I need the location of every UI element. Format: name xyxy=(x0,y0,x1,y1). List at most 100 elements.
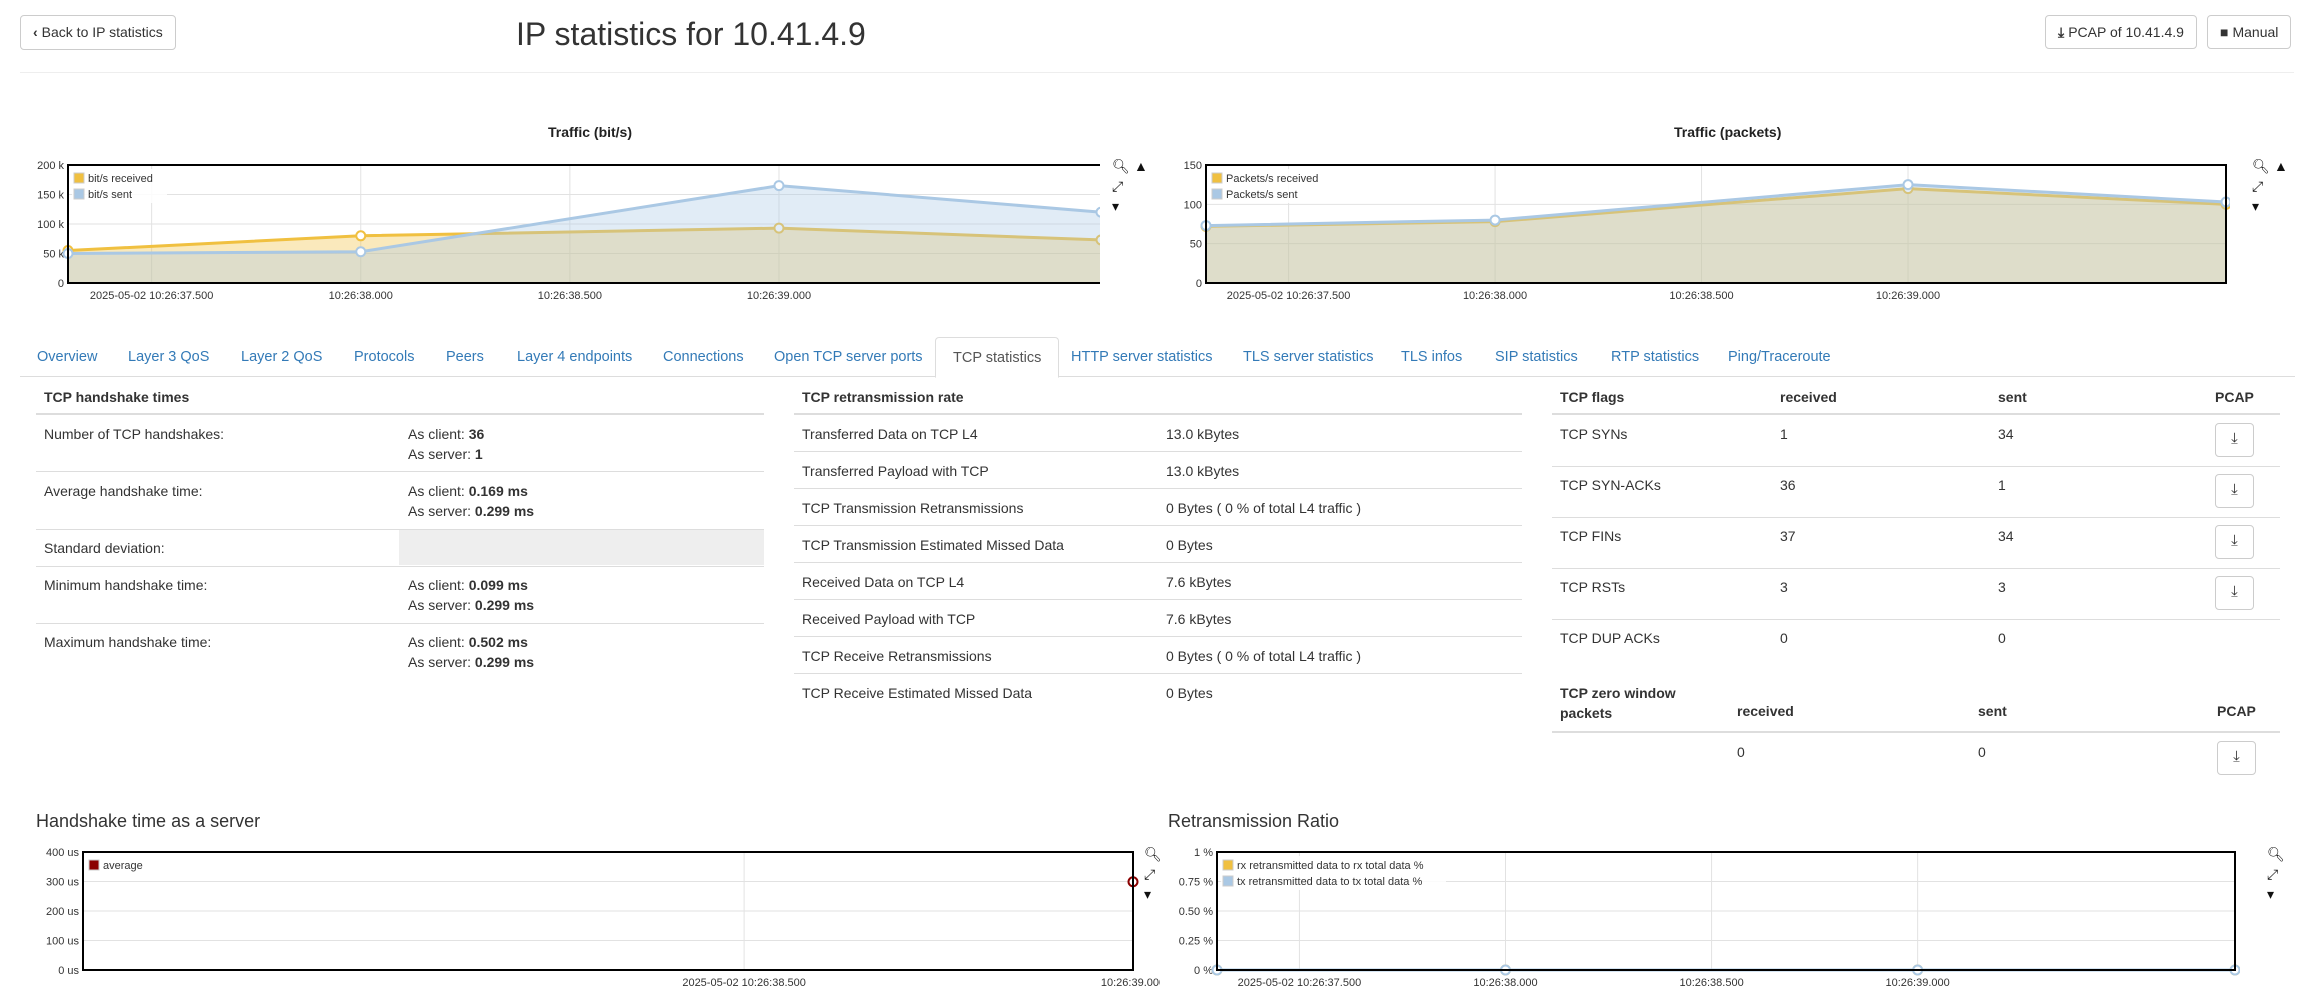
legend-swatch xyxy=(1211,188,1223,200)
pcap-download-button[interactable]: ⤓ PCAP of 10.41.4.9 xyxy=(2045,15,2197,49)
caret-down-icon[interactable]: ▾ xyxy=(1112,198,1119,215)
magnifier-icon[interactable]: 🔍︎ xyxy=(2252,158,2270,175)
manual-button[interactable]: ■ Manual xyxy=(2207,15,2292,49)
handshake-min-server: As server: 0.299 ms xyxy=(408,597,535,613)
row-divider xyxy=(794,451,1522,452)
y-tick-label: 0.50 % xyxy=(1179,906,1213,918)
x-tick-label: 2025-05-02 10:26:37.500 xyxy=(1227,290,1351,302)
chart-title-traffic-bits: Traffic (bit/s) xyxy=(548,124,633,140)
chart-handshake-server[interactable]: 0 us 100 us 200 us 300 us 400 us 2025-05-02 1… xyxy=(20,840,1160,993)
data-point xyxy=(1095,206,1100,218)
tab-ping-traceroute[interactable]: Ping/Traceroute xyxy=(1711,337,1848,377)
row-divider xyxy=(794,636,1522,637)
handshake-stddev-label: Standard deviation: xyxy=(44,540,165,556)
chart-title-handshake-server: Handshake time as a server xyxy=(36,811,261,831)
y-tick-label: 100 xyxy=(1184,199,1202,211)
y-tick-label: 1 % xyxy=(1194,847,1213,859)
tab-connections[interactable]: Connections xyxy=(646,337,761,377)
retrans-value: 13.0 kBytes xyxy=(1166,426,1240,442)
row-divider xyxy=(1552,619,2280,620)
flag-sent: 1 xyxy=(1998,477,2006,493)
tab-layer2-qos[interactable]: Layer 2 QoS xyxy=(224,337,339,377)
x-tick-label: 10:26:39.000 xyxy=(747,290,811,302)
y-tick-label: 150 xyxy=(1184,160,1202,172)
flag-sent: 0 xyxy=(1998,630,2006,646)
row-divider xyxy=(794,562,1522,563)
y-tick-label: 0.25 % xyxy=(1179,936,1213,948)
handshake-heading: TCP handshake times xyxy=(44,389,190,405)
flag-pcap-download-button[interactable]: ⤓ xyxy=(2215,576,2254,610)
chart-retransmission-ratio[interactable]: 0 % 0.25 % 0.50 % 0.75 % 1 % 2025-05-02 10:26… xyxy=(1160,840,2240,993)
flag-pcap-download-button[interactable]: ⤓ xyxy=(2215,525,2254,559)
flag-received: 36 xyxy=(1780,477,1796,493)
tab-layer4-endpoints[interactable]: Layer 4 endpoints xyxy=(500,337,649,377)
legend-swatch xyxy=(73,188,85,200)
legend-swatch xyxy=(1222,875,1234,887)
tab-open-tcp-server-ports[interactable]: Open TCP server ports xyxy=(757,337,940,377)
flag-received: 3 xyxy=(1780,579,1788,595)
compress-icon[interactable]: ⤢ xyxy=(2252,178,2263,195)
zero-window-sent: 0 xyxy=(1978,744,1986,760)
row-divider xyxy=(36,566,764,567)
chart-traffic-bits[interactable]: 0 50 k 100 k 150 k 200 k 2025-05-02 10:26:37.… xyxy=(20,150,1100,310)
handshake-max-client: As client: 0.502 ms xyxy=(408,634,528,650)
download-icon: ⤓ xyxy=(2231,532,2238,549)
y-tick-label: 400 us xyxy=(46,847,80,859)
y-tick-label: 150 k xyxy=(37,190,64,202)
area-chart-icon[interactable]: ▲ xyxy=(2274,158,2288,174)
magnifier-icon[interactable]: 🔍︎ xyxy=(2267,846,2285,863)
tab-layer3-qos[interactable]: Layer 3 QoS xyxy=(111,337,226,377)
y-tick-label: 0.75 % xyxy=(1179,877,1213,889)
handshake-average-server: As server: 0.299 ms xyxy=(408,503,535,519)
row-divider xyxy=(36,413,764,415)
handshake-min-client: As client: 0.099 ms xyxy=(408,577,528,593)
magnifier-icon[interactable]: 🔍︎ xyxy=(1112,158,1130,175)
row-divider xyxy=(1552,731,2280,733)
tab-tls-server-statistics[interactable]: TLS server statistics xyxy=(1226,337,1391,377)
row-divider xyxy=(1552,413,2280,415)
data-point xyxy=(355,230,367,242)
compress-icon[interactable]: ⤢ xyxy=(2267,866,2278,883)
retrans-label: TCP Receive Retransmissions xyxy=(802,648,992,664)
caret-down-icon[interactable]: ▾ xyxy=(2252,198,2259,215)
y-tick-label: 0 xyxy=(1196,278,1202,290)
x-tick-label: 2025-05-02 10:26:37.500 xyxy=(90,290,214,302)
tab-http-server-statistics[interactable]: HTTP server statistics xyxy=(1054,337,1230,377)
flag-pcap-download-button[interactable]: ⤓ xyxy=(2215,474,2254,508)
handshake-max-label: Maximum handshake time: xyxy=(44,634,212,650)
y-tick-label: 50 xyxy=(1190,239,1202,251)
header-divider xyxy=(20,72,2294,73)
x-tick-label: 10:26:38.500 xyxy=(1679,977,1743,989)
handshake-stddev-value xyxy=(399,530,764,565)
y-tick-label: 200 k xyxy=(37,160,64,172)
flag-sent: 34 xyxy=(1998,426,2014,442)
tab-tls-infos[interactable]: TLS infos xyxy=(1384,337,1479,377)
tab-peers[interactable]: Peers xyxy=(429,337,501,377)
flag-received: 37 xyxy=(1780,528,1796,544)
flag-received: 1 xyxy=(1780,426,1788,442)
caret-down-icon[interactable]: ▾ xyxy=(2267,886,2274,903)
series-area xyxy=(1206,184,2226,283)
tab-sip-statistics[interactable]: SIP statistics xyxy=(1478,337,1595,377)
back-to-ip-statistics-button[interactable]: ‹ Back to IP statistics xyxy=(20,15,176,50)
legend-label: bit/s sent xyxy=(88,189,132,201)
handshake-count-label: Number of TCP handshakes: xyxy=(44,426,225,442)
legend-swatch xyxy=(73,172,85,184)
download-icon: ⤓ xyxy=(2058,24,2065,40)
y-tick-label: 100 k xyxy=(37,219,64,231)
zero-window-pcap-download-button[interactable]: ⤓ xyxy=(2217,741,2256,775)
compress-icon[interactable]: ⤢ xyxy=(1112,178,1123,195)
tab-rtp-statistics[interactable]: RTP statistics xyxy=(1594,337,1716,377)
tab-protocols[interactable]: Protocols xyxy=(337,337,431,377)
area-chart-icon[interactable]: ▲ xyxy=(1134,158,1148,174)
chart-traffic-packets[interactable]: 0 50 100 150 2025-05-02 10:26:37.500 10:26:38… xyxy=(1160,150,2230,310)
data-point xyxy=(355,246,367,258)
y-tick-label: 0 xyxy=(58,278,64,290)
flags-header-received: received xyxy=(1780,389,1837,405)
tab-overview[interactable]: Overview xyxy=(20,337,114,377)
compress-icon[interactable]: ⤢ xyxy=(1144,866,1155,883)
retrans-label: Transferred Data on TCP L4 xyxy=(802,426,978,442)
tab-tcp-statistics[interactable]: TCP statistics xyxy=(935,337,1060,378)
caret-down-icon[interactable]: ▾ xyxy=(1144,886,1151,903)
flag-pcap-download-button[interactable]: ⤓ xyxy=(2215,423,2254,457)
